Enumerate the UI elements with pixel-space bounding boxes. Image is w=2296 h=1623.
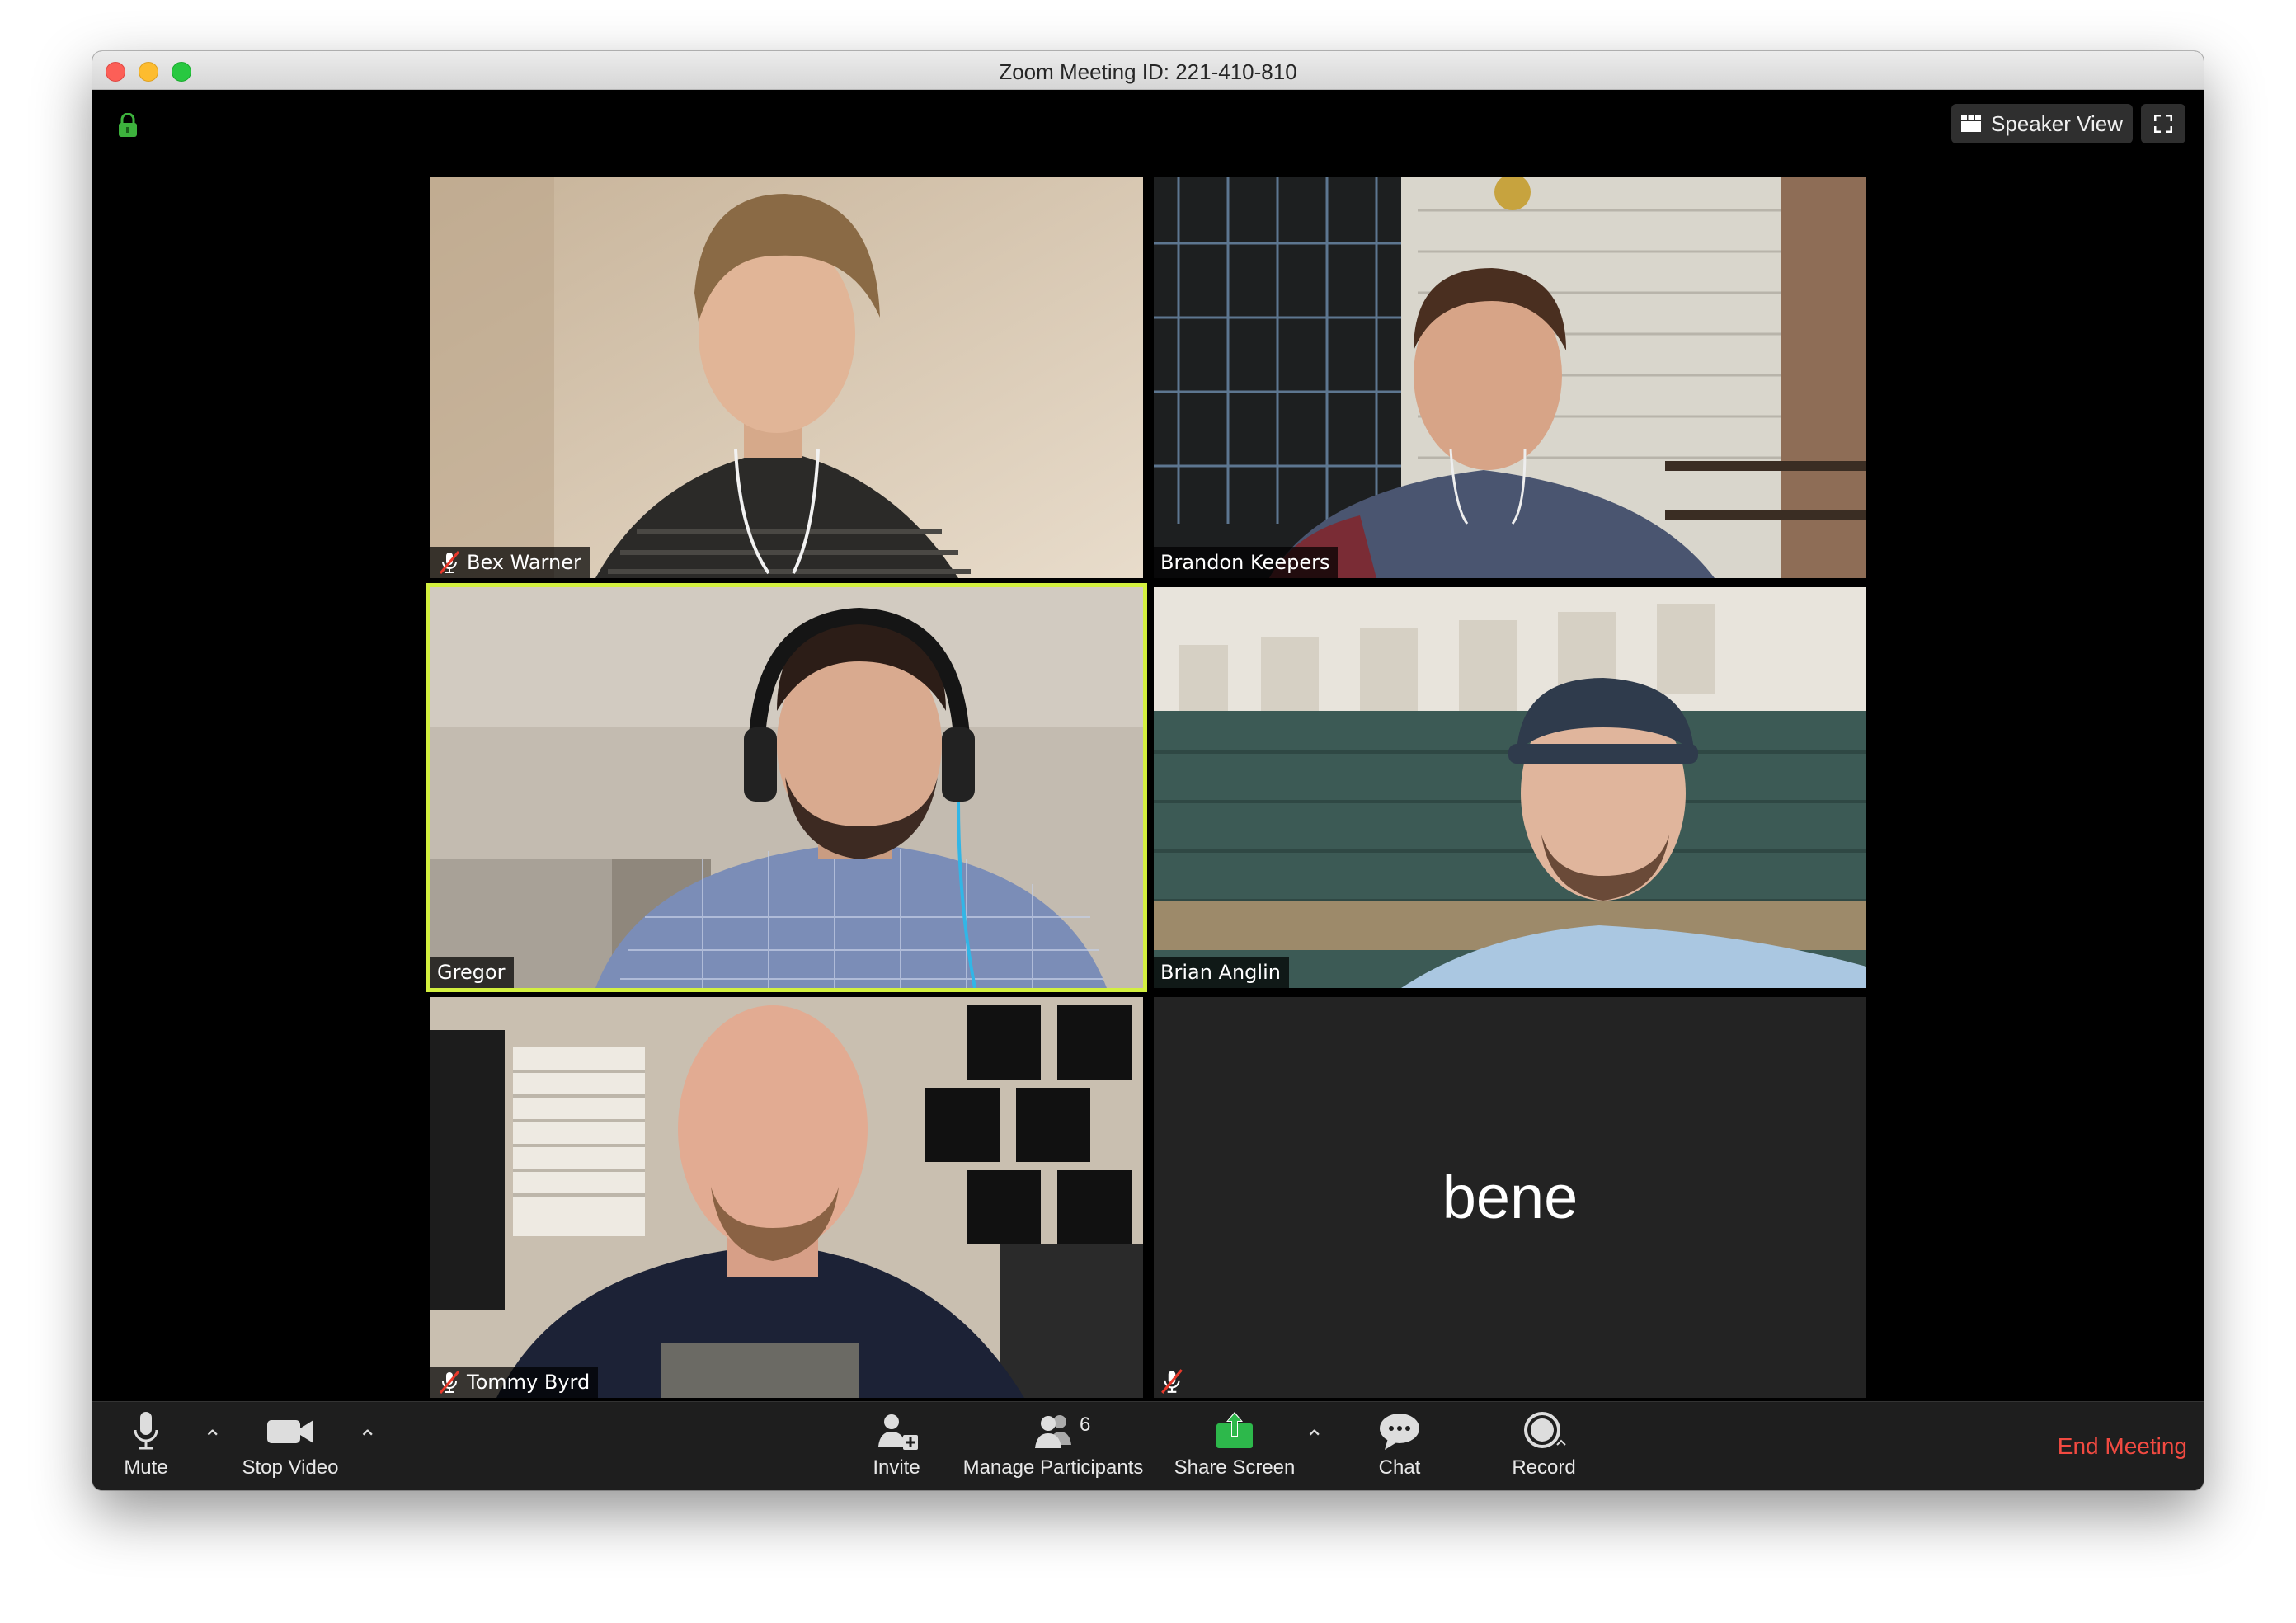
share-options-chevron-up-icon[interactable]: ⌃ bbox=[1305, 1425, 1324, 1452]
record-button[interactable]: Record bbox=[1503, 1409, 1585, 1487]
manage-participants-button[interactable]: Manage Participants bbox=[958, 1409, 1148, 1487]
participants-icon bbox=[1035, 1415, 1071, 1448]
record-icon bbox=[1524, 1412, 1566, 1448]
view-controls: Speaker View bbox=[1951, 104, 2185, 143]
stop-video-label: Stop Video bbox=[242, 1456, 339, 1479]
share-screen-label: Share Screen bbox=[1174, 1456, 1296, 1479]
video-camera-icon bbox=[267, 1420, 313, 1443]
video-tile-bex-warner[interactable]: Bex Warner bbox=[430, 177, 1143, 578]
chat-label: Chat bbox=[1378, 1456, 1421, 1479]
participant-video bbox=[1154, 587, 1866, 988]
participant-name: Bex Warner bbox=[467, 551, 581, 574]
participant-display-name: bene bbox=[1442, 1163, 1578, 1231]
title-bar: Zoom Meeting ID: 221-410-810 bbox=[92, 51, 2204, 90]
participant-name-tag: Tommy Byrd bbox=[430, 1367, 599, 1398]
participant-name-tag: Brandon Keepers bbox=[1154, 547, 1339, 578]
mute-label: Mute bbox=[124, 1456, 168, 1479]
chat-bubble-icon bbox=[1380, 1414, 1419, 1450]
fullscreen-button[interactable] bbox=[2141, 104, 2185, 143]
audio-options-chevron-up-icon[interactable]: ⌃ bbox=[203, 1425, 222, 1452]
video-tile-gregor[interactable]: Gregor bbox=[426, 583, 1147, 992]
speaker-view-label: Speaker View bbox=[1991, 111, 2123, 136]
participant-name: Brian Anglin bbox=[1160, 961, 1281, 984]
muted-mic-icon bbox=[1161, 1369, 1183, 1394]
chat-button[interactable]: Chat bbox=[1367, 1409, 1433, 1487]
participant-video bbox=[430, 587, 1143, 988]
video-tile-tommy-byrd[interactable]: Tommy Byrd bbox=[430, 997, 1143, 1398]
participant-count: 6 bbox=[1080, 1414, 1091, 1436]
participant-video bbox=[1154, 177, 1866, 578]
speaker-view-button[interactable]: Speaker View bbox=[1951, 104, 2133, 143]
video-options-chevron-up-icon[interactable]: ⌃ bbox=[358, 1425, 377, 1452]
stop-video-button[interactable]: Stop Video bbox=[241, 1409, 340, 1487]
participant-name-tag: Bex Warner bbox=[430, 547, 590, 578]
video-tile-bene[interactable]: bene bbox=[1154, 997, 1866, 1398]
microphone-icon bbox=[134, 1412, 158, 1450]
share-screen-icon bbox=[1216, 1412, 1253, 1448]
manage-participants-label: Manage Participants bbox=[962, 1456, 1144, 1479]
participant-name-tag: Brian Anglin bbox=[1154, 957, 1289, 988]
participant-video bbox=[430, 177, 1143, 578]
invite-button[interactable]: Invite bbox=[859, 1409, 934, 1487]
video-tile-brian-anglin[interactable]: Brian Anglin bbox=[1154, 587, 1866, 988]
zoom-window: Zoom Meeting ID: 221-410-810 Speaker Vie… bbox=[92, 51, 2204, 1490]
end-meeting-button[interactable]: End Meeting bbox=[2058, 1433, 2187, 1460]
fullscreen-icon bbox=[2154, 115, 2172, 133]
share-screen-button[interactable]: Share Screen bbox=[1164, 1409, 1305, 1487]
participant-video bbox=[430, 997, 1143, 1398]
invite-label: Invite bbox=[873, 1456, 920, 1479]
video-stage: Speaker View Bex Warner Brandon Keepers … bbox=[92, 90, 2204, 1402]
muted-mic-icon bbox=[439, 551, 460, 574]
mute-button[interactable]: Mute bbox=[117, 1409, 175, 1487]
participant-name-tag: Gregor bbox=[430, 957, 514, 988]
muted-mic-icon bbox=[439, 1371, 460, 1394]
grid-view-icon bbox=[1961, 115, 1982, 132]
video-tile-brandon-keepers[interactable]: Brandon Keepers bbox=[1154, 177, 1866, 578]
participant-name: Brandon Keepers bbox=[1160, 551, 1330, 574]
meeting-toolbar: Mute ⌃ Stop Video ⌃ Invite Manage Partic… bbox=[92, 1401, 2204, 1490]
participant-name: Tommy Byrd bbox=[467, 1371, 590, 1394]
participant-name: Gregor bbox=[437, 961, 506, 984]
add-person-icon bbox=[878, 1414, 918, 1450]
record-label: Record bbox=[1512, 1456, 1576, 1479]
window-title: Zoom Meeting ID: 221-410-810 bbox=[999, 59, 1297, 84]
encryption-lock-icon[interactable] bbox=[117, 113, 139, 138]
